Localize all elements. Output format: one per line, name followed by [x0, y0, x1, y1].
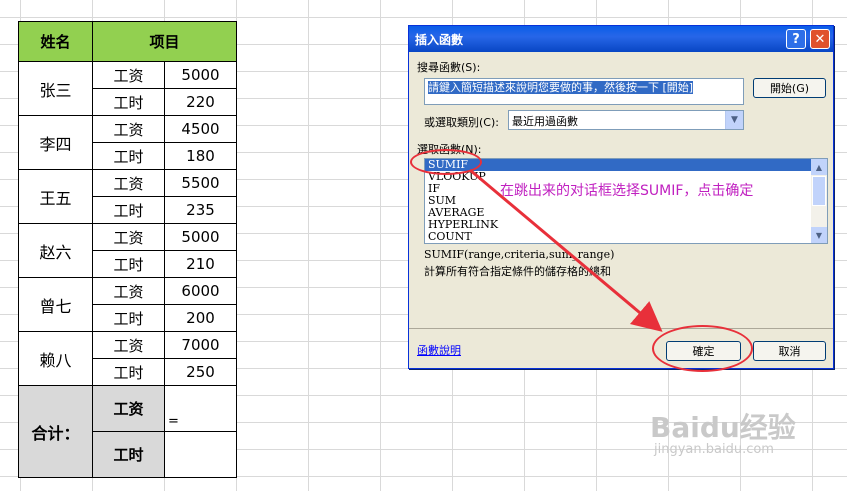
annotation-ellipse-sumif: [410, 149, 482, 175]
dialog-divider: [409, 328, 833, 329]
watermark-logo: Baidu经验: [650, 411, 796, 444]
function-listbox[interactable]: SUMIF VLOOKUP IF SUM AVERAGE HYPERLINK C…: [424, 158, 828, 244]
function-help-link[interactable]: 函數說明: [417, 342, 461, 358]
value-cell[interactable]: 7000: [164, 331, 237, 359]
total-label-cell[interactable]: 合计：: [18, 385, 93, 478]
name-cell[interactable]: 王五: [18, 169, 93, 224]
header-name-cell[interactable]: 姓名: [18, 21, 93, 62]
total-item-cell[interactable]: 工时: [92, 431, 165, 478]
value-cell[interactable]: 250: [164, 358, 237, 386]
item-cell[interactable]: 工资: [92, 223, 165, 251]
name-cell[interactable]: 赖八: [18, 331, 93, 386]
baidu-watermark: Baidu经验 jingyan.baidu.com: [650, 413, 796, 457]
item-cell[interactable]: 工资: [92, 277, 165, 305]
search-input[interactable]: 請鍵入簡短描述來說明您要做的事，然後按一下 [開始]: [424, 78, 744, 105]
go-button[interactable]: 開始(G): [753, 78, 826, 98]
watermark-url: jingyan.baidu.com: [654, 442, 774, 457]
scroll-thumb[interactable]: [812, 176, 826, 206]
category-value: 最近用過函數: [512, 115, 578, 128]
item-cell[interactable]: 工资: [92, 61, 165, 89]
value-cell[interactable]: 5500: [164, 169, 237, 197]
item-cell[interactable]: 工资: [92, 169, 165, 197]
value-cell[interactable]: 235: [164, 196, 237, 224]
category-select[interactable]: 最近用過函數 ▼: [508, 110, 744, 130]
item-cell[interactable]: 工时: [92, 304, 165, 332]
item-cell[interactable]: 工时: [92, 250, 165, 278]
function-item-hyperlink[interactable]: HYPERLINK: [425, 219, 827, 231]
list-scrollbar[interactable]: ▲ ▼: [811, 159, 827, 243]
item-cell[interactable]: 工时: [92, 88, 165, 116]
value-cell[interactable]: 5000: [164, 61, 237, 89]
annotation-ellipse-ok: [652, 325, 753, 372]
total-item-cell[interactable]: 工资: [92, 385, 165, 432]
value-cell[interactable]: 220: [164, 88, 237, 116]
value-cell[interactable]: 5000: [164, 223, 237, 251]
item-cell[interactable]: 工资: [92, 115, 165, 143]
item-cell[interactable]: 工资: [92, 331, 165, 359]
value-cell[interactable]: 6000: [164, 277, 237, 305]
help-button[interactable]: ?: [786, 29, 806, 49]
name-cell[interactable]: 曾七: [18, 277, 93, 332]
function-item-count[interactable]: COUNT: [425, 231, 827, 243]
value-cell[interactable]: 210: [164, 250, 237, 278]
formula-input-cell[interactable]: =: [164, 385, 237, 432]
item-cell[interactable]: 工时: [92, 142, 165, 170]
header-item-cell[interactable]: 项目: [92, 21, 237, 62]
cancel-button[interactable]: 取消: [753, 341, 826, 361]
value-cell[interactable]: 4500: [164, 115, 237, 143]
name-cell[interactable]: 赵六: [18, 223, 93, 278]
annotation-text: 在跳出来的对话框选择SUMIF，点击确定: [500, 183, 754, 199]
value-cell[interactable]: 180: [164, 142, 237, 170]
name-cell[interactable]: 李四: [18, 115, 93, 170]
spreadsheet-table: 姓名 项目 张三 工资 5000 工时 220 李四 工资 4500 工时 18…: [18, 21, 237, 478]
name-cell[interactable]: 张三: [18, 61, 93, 116]
formula-text: =: [168, 414, 179, 429]
search-text: 請鍵入簡短描述來說明您要做的事，然後按一下 [開始]: [428, 81, 694, 94]
scroll-down-icon[interactable]: ▼: [811, 227, 827, 243]
function-signature: SUMIF(range,criteria,sum_range): [424, 248, 615, 261]
help-icon: ?: [792, 31, 800, 47]
item-cell[interactable]: 工时: [92, 196, 165, 224]
chevron-down-icon[interactable]: ▼: [725, 111, 743, 129]
close-button[interactable]: ✕: [810, 29, 830, 49]
scroll-up-icon[interactable]: ▲: [811, 159, 827, 175]
value-cell[interactable]: 200: [164, 304, 237, 332]
dialog-title: 插入函數: [415, 32, 464, 47]
function-description: 計算所有符合指定條件的儲存格的總和: [424, 265, 611, 278]
search-label: 搜尋函數(S):: [417, 61, 481, 74]
category-label: 或選取類別(C):: [424, 116, 499, 129]
total-value-cell[interactable]: [164, 431, 237, 478]
dialog-titlebar[interactable]: 插入函數 ? ✕: [409, 26, 833, 52]
item-cell[interactable]: 工时: [92, 358, 165, 386]
close-icon: ✕: [814, 31, 826, 47]
